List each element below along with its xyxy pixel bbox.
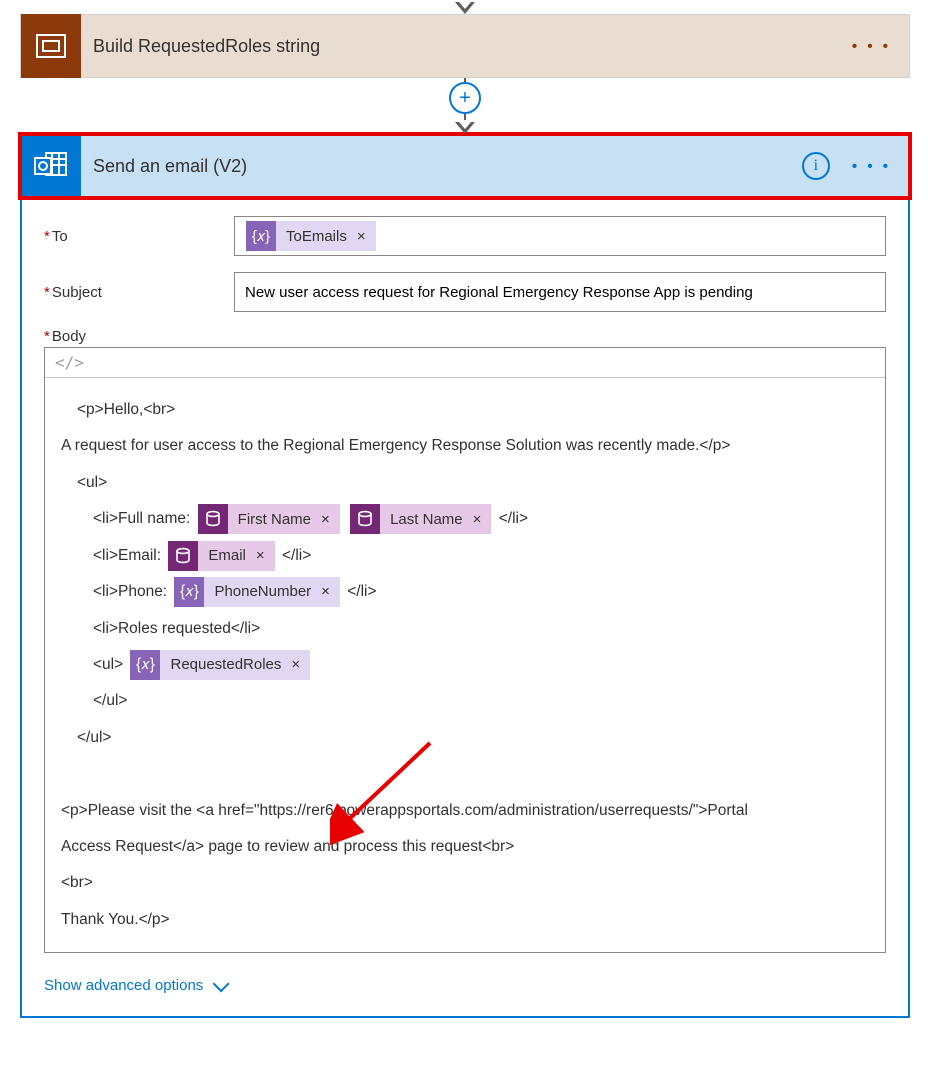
body-line-phone: <li>Phone: {𝑥} PhoneNumber × </li> xyxy=(61,574,869,610)
subject-label: *Subject xyxy=(44,284,234,301)
body-text: <ul> xyxy=(61,465,869,501)
flow-arrow-top xyxy=(20,0,910,14)
body-code-toggle[interactable]: </> xyxy=(45,348,885,378)
body-editor: </> <p>Hello,<br> A request for user acc… xyxy=(44,347,886,953)
data-operations-icon xyxy=(21,14,81,78)
body-line-roles: <ul> {𝑥} RequestedRoles × xyxy=(61,647,869,683)
show-advanced-options[interactable]: Show advanced options xyxy=(44,977,225,994)
token-firstname[interactable]: First Name × xyxy=(198,504,340,534)
body-text: <li>Phone: xyxy=(93,583,167,600)
token-remove-icon[interactable]: × xyxy=(291,650,310,680)
more-menu-button[interactable]: • • • xyxy=(848,34,895,59)
token-toemails[interactable]: {𝑥} ToEmails × xyxy=(246,221,376,251)
body-text: <li>Full name: xyxy=(93,510,190,527)
show-advanced-label: Show advanced options xyxy=(44,977,203,994)
token-label: First Name xyxy=(228,504,321,534)
token-remove-icon[interactable]: × xyxy=(321,504,340,534)
field-row-to: *To {𝑥} ToEmails × xyxy=(44,216,886,256)
dataverse-icon xyxy=(198,504,228,534)
body-line-email: <li>Email: Email × </li> xyxy=(61,538,869,574)
expression-icon: {𝑥} xyxy=(130,650,160,680)
body-text: </ul> xyxy=(61,683,869,719)
token-label: Email xyxy=(198,541,256,571)
token-label: Last Name xyxy=(380,504,473,534)
dataverse-icon xyxy=(350,504,380,534)
body-blank-line xyxy=(61,756,869,792)
to-input[interactable]: {𝑥} ToEmails × xyxy=(234,216,886,256)
code-view-icon: </> xyxy=(55,353,84,372)
token-label: ToEmails xyxy=(276,221,357,251)
body-text: </li> xyxy=(347,583,376,600)
body-text: A request for user access to the Regiona… xyxy=(61,428,869,464)
add-step-button[interactable]: + xyxy=(449,82,481,114)
body-text: <p>Please visit the <a href="https://rer… xyxy=(61,793,869,829)
action-title: Send an email (V2) xyxy=(81,156,802,177)
dataverse-icon xyxy=(168,541,198,571)
expression-icon: {𝑥} xyxy=(246,221,276,251)
expression-icon: {𝑥} xyxy=(174,577,204,607)
token-requestedroles[interactable]: {𝑥} RequestedRoles × xyxy=(130,650,310,680)
plus-icon: + xyxy=(459,88,471,108)
subject-text-input[interactable] xyxy=(243,278,877,307)
body-line-fullname: <li>Full name: First Name × xyxy=(61,501,869,537)
field-row-subject: *Subject xyxy=(44,272,886,312)
body-text: </li> xyxy=(282,547,311,564)
body-text: </ul> xyxy=(61,720,869,756)
subject-input[interactable] xyxy=(234,272,886,312)
token-remove-icon[interactable]: × xyxy=(473,504,492,534)
action-body-send-email: *To {𝑥} ToEmails × *Subject *Body xyxy=(20,198,910,1018)
body-text: <li>Email: xyxy=(93,547,161,564)
body-text: Thank You.</p> xyxy=(61,902,869,938)
body-text: </li> xyxy=(499,510,528,527)
body-content-area[interactable]: <p>Hello,<br> A request for user access … xyxy=(45,378,885,952)
action-card-build-roles[interactable]: Build RequestedRoles string • • • xyxy=(20,14,910,78)
chevron-down-icon xyxy=(213,975,230,992)
action-title: Build RequestedRoles string xyxy=(81,36,848,57)
token-remove-icon[interactable]: × xyxy=(256,541,275,571)
token-label: RequestedRoles xyxy=(160,650,291,680)
body-text: <br> xyxy=(61,865,869,901)
action-card-send-email: Send an email (V2) i • • • *To {𝑥} ToEma… xyxy=(20,134,910,1018)
to-label: *To xyxy=(44,228,234,245)
body-text: <ul> xyxy=(93,656,123,673)
token-lastname[interactable]: Last Name × xyxy=(350,504,491,534)
body-text: Access Request</a> page to review and pr… xyxy=(61,829,869,865)
token-remove-icon[interactable]: × xyxy=(357,221,376,251)
token-phone[interactable]: {𝑥} PhoneNumber × xyxy=(174,577,340,607)
info-icon[interactable]: i xyxy=(802,152,830,180)
body-label: *Body xyxy=(44,328,886,345)
outlook-icon xyxy=(21,134,81,198)
action-header-send-email[interactable]: Send an email (V2) i • • • xyxy=(20,134,910,198)
body-text: <li>Roles requested</li> xyxy=(61,611,869,647)
token-email[interactable]: Email × xyxy=(168,541,274,571)
token-remove-icon[interactable]: × xyxy=(321,577,340,607)
more-menu-button[interactable]: • • • xyxy=(848,154,895,179)
body-text: <p>Hello,<br> xyxy=(61,392,869,428)
token-label: PhoneNumber xyxy=(204,577,321,607)
